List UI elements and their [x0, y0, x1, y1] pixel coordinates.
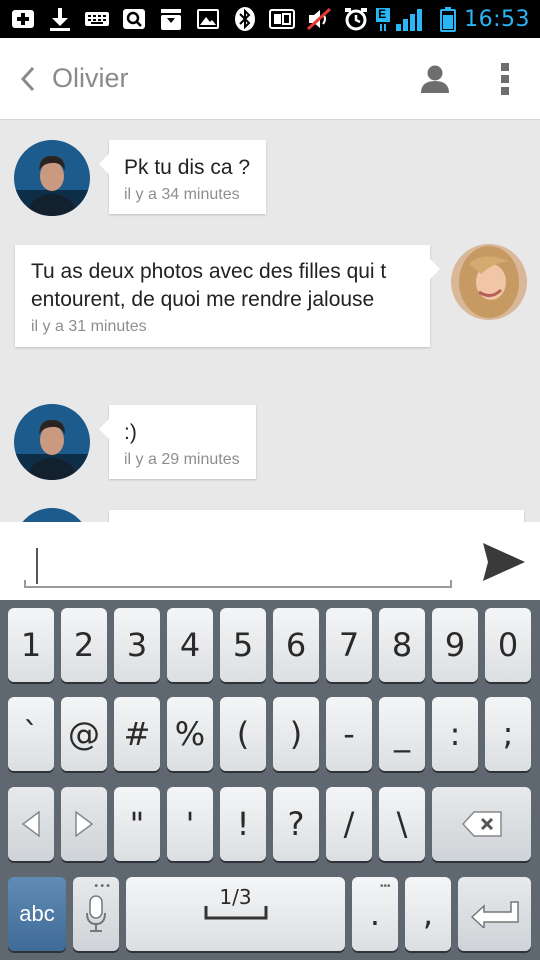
- text-cursor: [36, 548, 38, 584]
- key-9[interactable]: 9: [432, 608, 478, 682]
- alarm-icon: [343, 6, 369, 32]
- network-type-badge: E: [378, 7, 387, 21]
- key-at[interactable]: @: [61, 697, 107, 771]
- message-text: Tu as deux photos avec des filles qui t …: [31, 260, 387, 311]
- status-bar: E 16:53: [0, 0, 540, 38]
- mute-icon: [306, 6, 332, 32]
- keyboard: 1 2 3 4 5 6 7 8 9 0 ` @ # % ( ) - _ : ; …: [0, 600, 540, 960]
- arrow-left-icon: [21, 811, 40, 837]
- back-chevron-icon: [20, 66, 35, 91]
- more-dots-icon: •••: [380, 881, 391, 892]
- message-text: :): [124, 421, 137, 444]
- key-4[interactable]: 4: [167, 608, 213, 682]
- key-2[interactable]: 2: [61, 608, 107, 682]
- search-icon: [121, 6, 147, 32]
- voice-input-key[interactable]: •••: [73, 877, 119, 951]
- message-bubble-received[interactable]: :) il y a 29 minutes: [99, 405, 256, 479]
- back-button[interactable]: [0, 38, 46, 119]
- message-bubble-sent[interactable]: Tu as deux photos avec des filles qui t …: [15, 245, 440, 347]
- enter-icon: [470, 901, 519, 928]
- key-question[interactable]: ?: [273, 787, 319, 861]
- image-icon: [195, 6, 221, 32]
- message-input[interactable]: [24, 540, 452, 586]
- message-timestamp: il y a 34 minutes: [124, 186, 240, 203]
- key-exclamation[interactable]: !: [220, 787, 266, 861]
- backspace-key[interactable]: [432, 787, 531, 861]
- key-8[interactable]: 8: [379, 608, 425, 682]
- message-bubble-received[interactable]: Pk tu dis ca ? il y a 34 minutes: [98, 140, 267, 214]
- message-timestamp: il y a 29 minutes: [124, 451, 240, 468]
- person-icon: [421, 65, 449, 93]
- message-bubble-received[interactable]: [109, 510, 524, 522]
- key-semicolon[interactable]: ;: [485, 697, 531, 771]
- input-underline: [24, 580, 452, 588]
- clock: 16:53: [464, 6, 530, 32]
- key-5[interactable]: 5: [220, 608, 266, 682]
- key-open-paren[interactable]: (: [220, 697, 266, 771]
- conversation-header: Olivier: [0, 38, 540, 120]
- cursor-right-key[interactable]: [61, 787, 107, 861]
- key-double-quote[interactable]: ": [114, 787, 160, 861]
- overflow-menu-button[interactable]: [470, 38, 540, 119]
- key-apostrophe[interactable]: ': [167, 787, 213, 861]
- send-icon: [483, 543, 525, 581]
- contact-avatar[interactable]: [14, 508, 90, 522]
- status-right: E 16:53: [374, 6, 530, 32]
- contact-avatar[interactable]: [14, 140, 90, 216]
- download-icon: [47, 6, 73, 32]
- key-1[interactable]: 1: [8, 608, 54, 682]
- space-key[interactable]: 1/3: [126, 877, 345, 951]
- contact-name[interactable]: Olivier: [46, 63, 129, 94]
- key-backslash[interactable]: \: [379, 787, 425, 861]
- send-button[interactable]: [476, 536, 532, 588]
- more-dots-icon: •••: [93, 881, 111, 892]
- key-minus[interactable]: -: [326, 697, 372, 771]
- contact-profile-button[interactable]: [400, 38, 470, 119]
- notification-icons: [10, 6, 374, 32]
- message-text: Pk tu dis ca ?: [124, 156, 251, 179]
- signal-icon: E: [374, 6, 432, 32]
- key-6[interactable]: 6: [273, 608, 319, 682]
- key-3[interactable]: 3: [114, 608, 160, 682]
- key-comma[interactable]: ,: [405, 877, 451, 951]
- nfc-icon: [269, 6, 295, 32]
- contact-avatar[interactable]: [14, 404, 90, 480]
- message-list[interactable]: Pk tu dis ca ? il y a 34 minutes Tu as d…: [0, 120, 540, 522]
- mic-icon: [86, 895, 106, 932]
- abc-mode-key[interactable]: abc: [8, 877, 66, 951]
- battery-icon: [440, 6, 457, 32]
- compose-bar: [0, 522, 540, 600]
- key-0[interactable]: 0: [485, 608, 531, 682]
- key-period[interactable]: .: [352, 877, 398, 951]
- bluetooth-icon: [232, 6, 258, 32]
- plus-icon: [10, 6, 36, 32]
- key-7[interactable]: 7: [326, 608, 372, 682]
- enter-key[interactable]: [458, 877, 531, 951]
- message-timestamp: il y a 31 minutes: [31, 318, 147, 335]
- key-backtick[interactable]: `: [8, 697, 54, 771]
- header-actions: [400, 38, 540, 119]
- backspace-icon: [461, 811, 502, 837]
- key-close-paren[interactable]: ): [273, 697, 319, 771]
- arrow-right-icon: [75, 811, 94, 837]
- cursor-left-key[interactable]: [8, 787, 54, 861]
- space-bar-icon: [204, 906, 268, 920]
- overflow-menu-icon: [501, 62, 509, 95]
- key-hash[interactable]: #: [114, 697, 160, 771]
- key-percent[interactable]: %: [167, 697, 213, 771]
- keyboard-icon: [84, 6, 110, 32]
- inbox-icon: [158, 6, 184, 32]
- key-colon[interactable]: :: [432, 697, 478, 771]
- key-slash[interactable]: /: [326, 787, 372, 861]
- my-avatar[interactable]: [451, 244, 527, 320]
- key-underscore[interactable]: _: [379, 697, 425, 771]
